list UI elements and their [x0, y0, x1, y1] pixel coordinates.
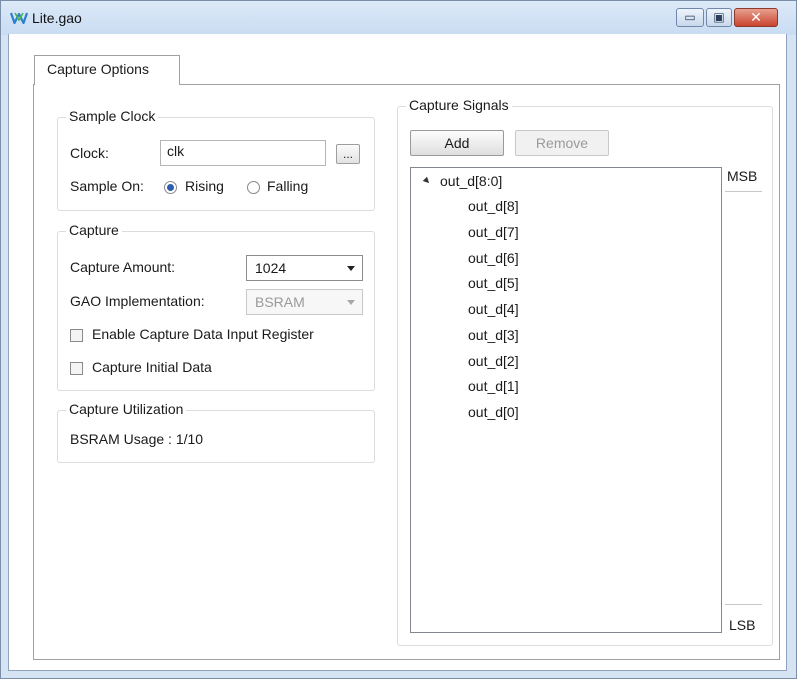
falling-label[interactable]: Falling [267, 178, 308, 194]
tree-item-signal[interactable]: out_d[1] [468, 378, 519, 394]
capture-amount-value: 1024 [255, 260, 287, 276]
tree-item-signal[interactable]: out_d[5] [468, 275, 519, 291]
gowin-logo-icon [10, 12, 28, 25]
msb-divider [725, 191, 762, 192]
title-bar[interactable]: Lite.gao ▭ ▣ ✕ [1, 1, 796, 35]
tree-item-signal[interactable]: out_d[3] [468, 327, 519, 343]
sample-on-label: Sample On: [70, 178, 144, 194]
gao-implementation-value: BSRAM [255, 294, 305, 310]
lsb-label: LSB [729, 617, 756, 633]
tree-item-signal[interactable]: out_d[0] [468, 404, 519, 420]
minimize-icon: ▭ [684, 10, 696, 24]
tab-label: Capture Options [47, 61, 149, 77]
chevron-down-icon [347, 300, 355, 305]
chevron-down-icon [347, 266, 355, 271]
browse-icon: ... [342, 147, 353, 161]
radio-selected-dot [167, 184, 174, 191]
capture-title: Capture [66, 222, 122, 238]
sample-clock-title: Sample Clock [66, 108, 159, 124]
minimize-button[interactable]: ▭ [676, 8, 704, 27]
capture-initial-data-label[interactable]: Capture Initial Data [92, 359, 212, 375]
tree-item-parent[interactable]: out_d[8:0] [440, 173, 502, 189]
add-label: Add [444, 135, 470, 151]
tree-item-signal[interactable]: out_d[6] [468, 250, 519, 266]
close-icon: ✕ [750, 9, 762, 25]
expand-triangle-icon[interactable] [422, 176, 432, 186]
clock-browse-button[interactable]: ... [336, 144, 360, 164]
capture-signals-title: Capture Signals [406, 97, 512, 113]
tab-capture-options[interactable]: Capture Options [34, 55, 180, 85]
capture-amount-select[interactable]: 1024 [246, 255, 363, 281]
msb-label: MSB [727, 168, 758, 184]
maximize-icon: ▣ [713, 10, 725, 24]
close-button[interactable]: ✕ [734, 8, 778, 27]
capture-initial-data-checkbox[interactable] [70, 362, 83, 375]
clock-input[interactable]: clk [160, 140, 326, 166]
remove-signal-button: Remove [515, 130, 609, 156]
remove-label: Remove [535, 135, 589, 151]
lsb-divider [725, 604, 762, 605]
add-signal-button[interactable]: Add [410, 130, 504, 156]
tree-item-signal[interactable]: out_d[8] [468, 198, 519, 214]
falling-radio[interactable] [247, 181, 260, 194]
gao-implementation-select: BSRAM [246, 289, 363, 315]
maximize-button[interactable]: ▣ [706, 8, 732, 27]
tree-item-signal[interactable]: out_d[4] [468, 301, 519, 317]
enable-input-register-checkbox[interactable] [70, 329, 83, 342]
rising-label[interactable]: Rising [185, 178, 224, 194]
signals-tree[interactable]: out_d[8:0] out_d[8] out_d[7] out_d[6] ou… [410, 167, 722, 633]
capture-amount-label: Capture Amount: [70, 259, 176, 275]
capture-utilization-title: Capture Utilization [66, 401, 187, 417]
tree-item-signal[interactable]: out_d[2] [468, 353, 519, 369]
clock-label: Clock: [70, 145, 109, 161]
gao-implementation-label: GAO Implementation: [70, 293, 205, 309]
bsram-usage-text: BSRAM Usage : 1/10 [70, 431, 204, 447]
window-title: Lite.gao [32, 10, 82, 26]
enable-input-register-label[interactable]: Enable Capture Data Input Register [92, 326, 314, 342]
tree-item-signal[interactable]: out_d[7] [468, 224, 519, 240]
rising-radio[interactable] [164, 181, 177, 194]
